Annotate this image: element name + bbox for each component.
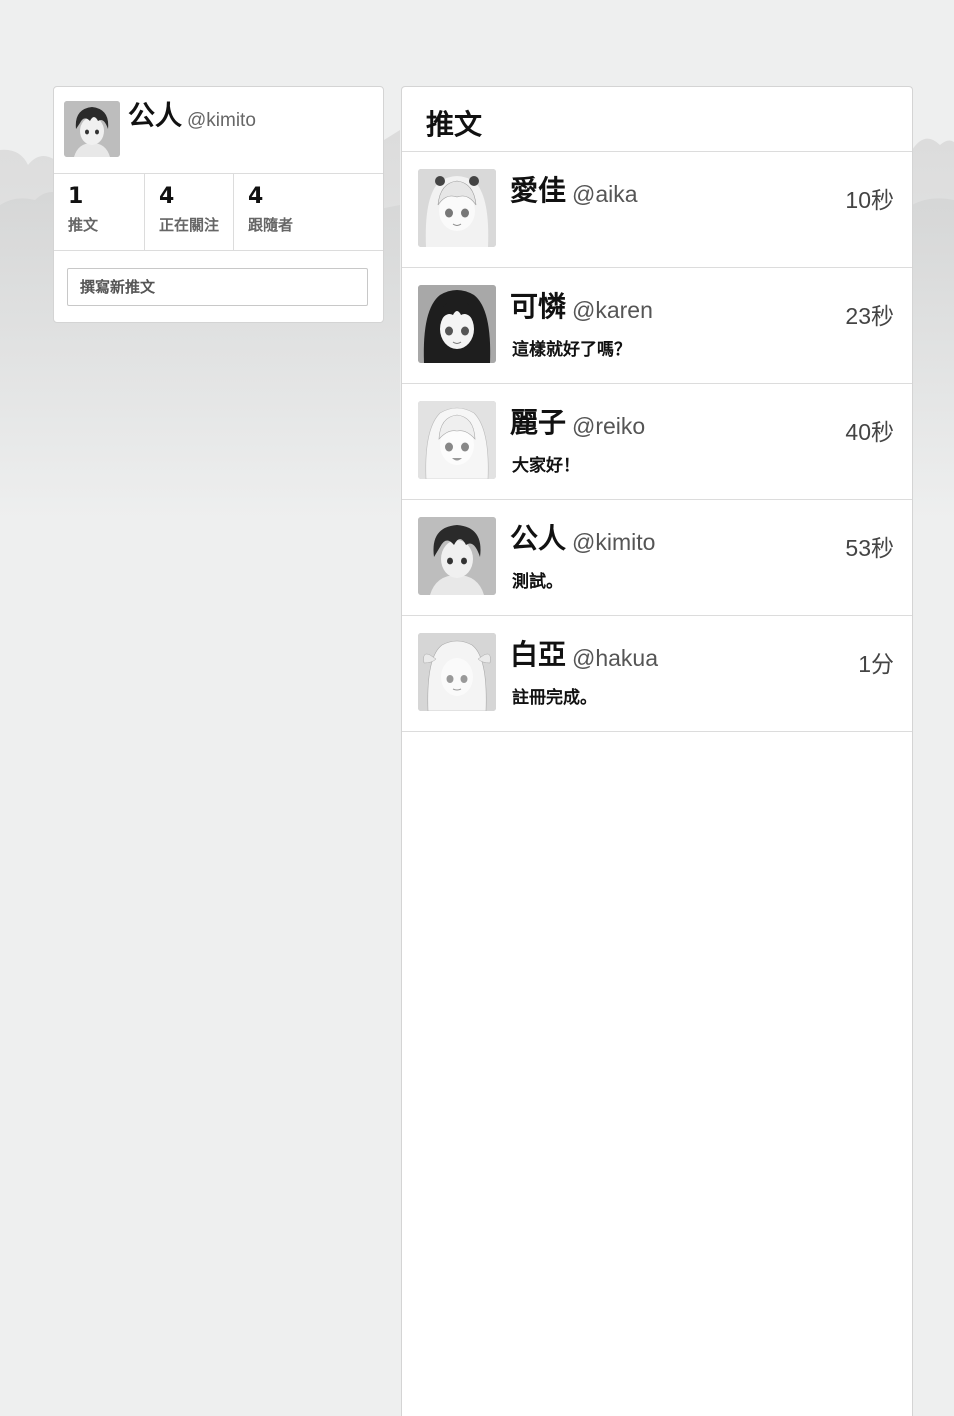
tweet-author-name[interactable]: 愛佳	[510, 172, 566, 210]
stat-followers-label: 跟隨者	[248, 216, 294, 234]
stat-followers[interactable]: 4 跟隨者	[233, 174, 383, 250]
compose-tweet-input[interactable]	[67, 268, 368, 306]
tweet-timestamp: 53秒	[845, 535, 894, 561]
timeline-card: 推文 愛佳 @aika 10秒 可憐 @karen 23秒 這樣就好了嗎？ 麗子…	[401, 86, 913, 1416]
stat-tweets[interactable]: 1 推文	[54, 174, 144, 250]
tweet-avatar[interactable]	[418, 401, 496, 479]
tweet-item[interactable]: 公人 @kimito 53秒 測試。	[402, 500, 912, 616]
girl-blonde-twintail-avatar-icon	[418, 169, 496, 247]
tweet-item[interactable]: 可憐 @karen 23秒 這樣就好了嗎？	[402, 268, 912, 384]
boy-avatar-icon	[64, 101, 120, 157]
stat-tweets-count: 1	[68, 184, 84, 209]
tweet-text: 大家好！	[512, 456, 580, 476]
tweet-text: 測試。	[512, 572, 563, 592]
tweet-avatar[interactable]	[418, 169, 496, 247]
tweet-timestamp: 23秒	[845, 303, 894, 329]
girl-white-hair-hood-avatar-icon	[418, 633, 496, 711]
tweet-text: 註冊完成。	[512, 688, 597, 708]
stat-tweets-label: 推文	[68, 216, 99, 234]
tweet-author-handle[interactable]: @kimito	[572, 529, 655, 556]
tweet-item[interactable]: 白亞 @hakua 1分 註冊完成。	[402, 616, 912, 732]
profile-card: 公人 @kimito 1 推文 4 正在關注 4 跟隨者	[53, 86, 384, 323]
tweet-author-name[interactable]: 可憐	[510, 288, 566, 326]
tweet-avatar[interactable]	[418, 517, 496, 595]
tweet-author-handle[interactable]: @hakua	[572, 645, 658, 672]
stat-followers-count: 4	[248, 184, 264, 209]
tweet-author-name[interactable]: 公人	[510, 520, 566, 558]
profile-header: 公人 @kimito	[54, 87, 383, 174]
tweet-timestamp: 40秒	[845, 419, 894, 445]
girl-light-hair-avatar-icon	[418, 401, 496, 479]
tweet-author-name[interactable]: 麗子	[510, 404, 566, 442]
stat-following-label: 正在關注	[159, 216, 220, 234]
profile-name: 公人	[128, 101, 182, 132]
tweet-author-handle[interactable]: @reiko	[572, 413, 645, 440]
profile-avatar[interactable]	[64, 101, 120, 157]
tweet-avatar[interactable]	[418, 633, 496, 711]
profile-stats: 1 推文 4 正在關注 4 跟隨者	[54, 174, 383, 251]
tweet-author-name[interactable]: 白亞	[510, 636, 566, 674]
tweet-item[interactable]: 麗子 @reiko 40秒 大家好！	[402, 384, 912, 500]
tweet-text: 這樣就好了嗎？	[512, 340, 631, 360]
girl-dark-hair-avatar-icon	[418, 285, 496, 363]
stat-following[interactable]: 4 正在關注	[144, 174, 233, 250]
profile-handle: @kimito	[187, 110, 256, 131]
boy-avatar-icon	[418, 517, 496, 595]
timeline-header: 推文	[402, 87, 912, 152]
compose-area	[54, 251, 383, 324]
tweet-item[interactable]: 愛佳 @aika 10秒	[402, 152, 912, 268]
timeline-title: 推文	[426, 108, 483, 141]
tweet-avatar[interactable]	[418, 285, 496, 363]
tweet-timestamp: 1分	[858, 651, 894, 677]
tweet-author-handle[interactable]: @karen	[572, 297, 653, 324]
tweet-author-handle[interactable]: @aika	[572, 181, 638, 208]
stat-following-count: 4	[159, 184, 175, 209]
tweet-timestamp: 10秒	[845, 187, 894, 213]
